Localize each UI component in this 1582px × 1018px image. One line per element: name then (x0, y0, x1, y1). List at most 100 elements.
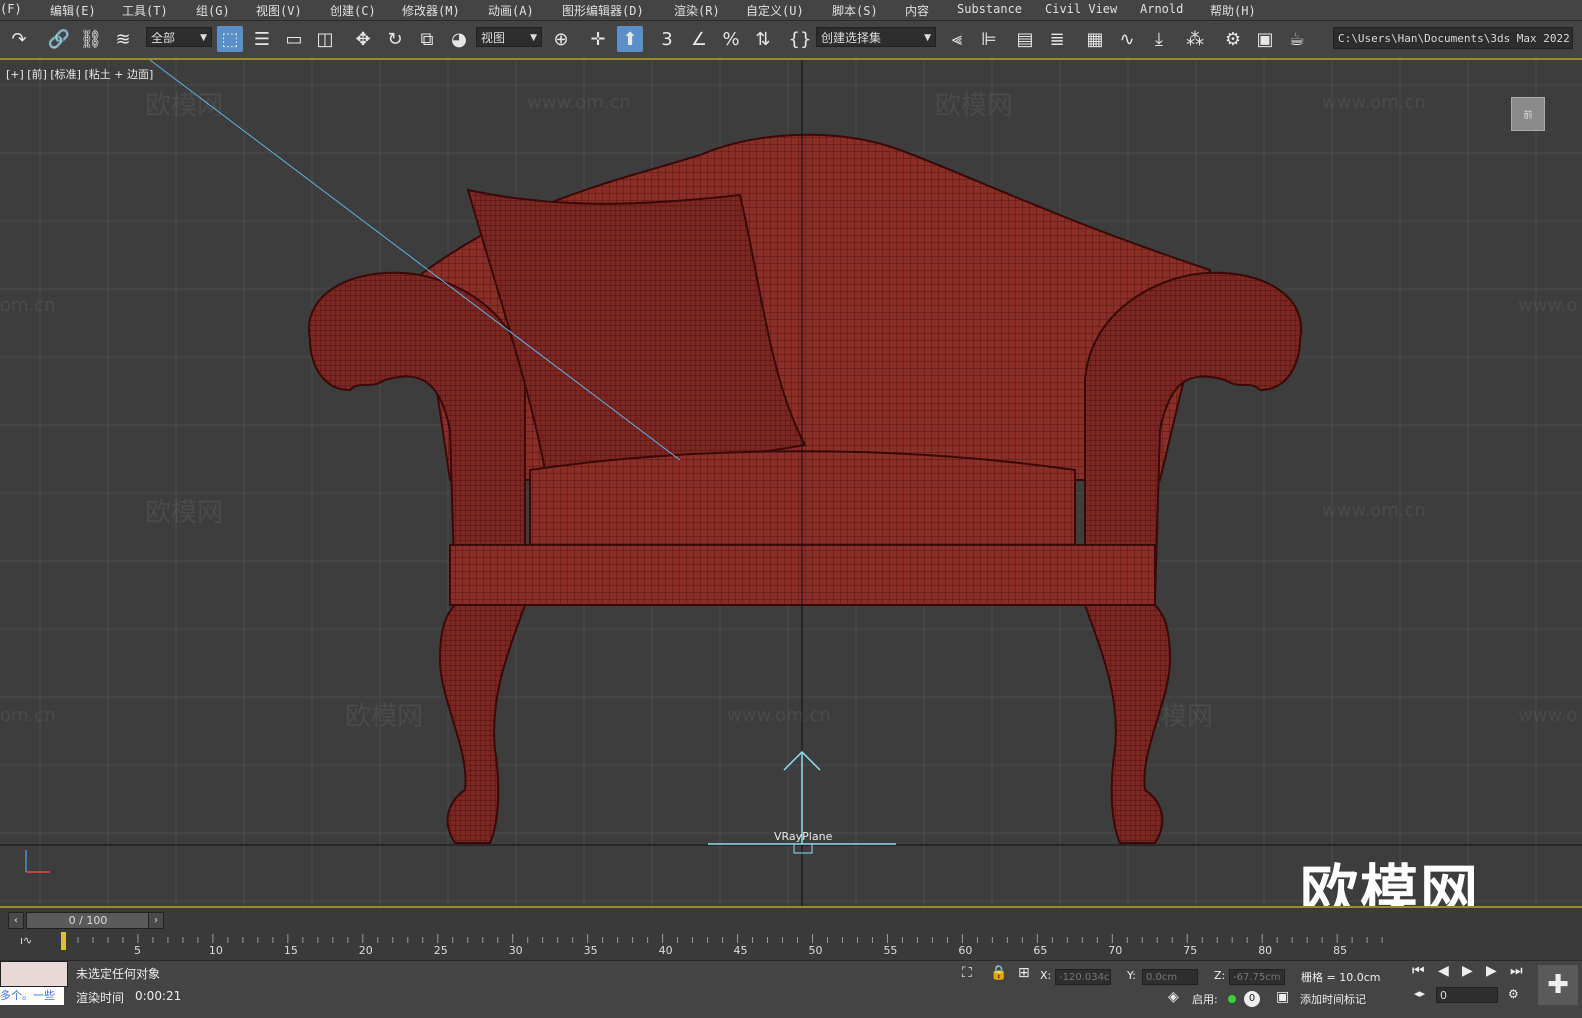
absolute-mode-icon[interactable]: ⊞ (1018, 965, 1030, 981)
pivot-center-icon[interactable]: ⊕ (548, 26, 574, 52)
edit-named-selection-icon[interactable]: {} (787, 26, 813, 52)
link-icon[interactable]: 🔗 (46, 26, 72, 52)
snap-toggle-icon[interactable]: 3 (654, 26, 680, 52)
timeline-track[interactable]: ı∿ 5 10 15 20 25 30 35 40 45 50 55 60 65 70 75 80 85 (0, 932, 1582, 960)
render-production-icon[interactable]: ☕ (1284, 26, 1310, 52)
angle-snap-icon[interactable]: ∠ (686, 26, 712, 52)
move-icon[interactable]: ✥ (350, 26, 376, 52)
prev-frame-arrow-icon[interactable]: ‹ (8, 912, 24, 929)
next-frame-icon[interactable]: ▶ (1486, 963, 1497, 979)
timeline-tick-label: 85 (1333, 944, 1348, 957)
maxscript-text[interactable]: 多个。一些 (0, 987, 64, 1005)
percent-snap-icon[interactable]: % (718, 26, 744, 52)
bind-space-warp-icon[interactable]: ≋ (110, 26, 136, 52)
chevron-down-icon: ▼ (924, 33, 931, 43)
spinner-snap-icon[interactable]: ⇅ (750, 26, 776, 52)
render-time-value: 0:00:21 (135, 989, 182, 1003)
keyboard-shortcut-override-icon[interactable]: ⬆ (617, 26, 643, 52)
project-path-field[interactable]: C:\Users\Han\Documents\3ds Max 2022 (1333, 27, 1573, 49)
frame-counter: 0 / 100 (68, 914, 108, 927)
scene-explorer-icon[interactable]: ▤ (1012, 26, 1038, 52)
site-logo: 欧模网 (1300, 858, 1481, 906)
menu-file[interactable]: (F) (0, 2, 22, 16)
next-frame-arrow-icon[interactable]: › (148, 912, 164, 929)
scale-icon[interactable]: ⧉ (414, 26, 440, 52)
menu-edit[interactable]: 编辑(E) (50, 2, 96, 19)
toggle-ribbon-icon[interactable]: ▦ (1082, 26, 1108, 52)
menu-animation[interactable]: 动画(A) (488, 2, 534, 19)
navigation-plus-icon[interactable]: ✚ (1538, 965, 1578, 1005)
menu-customize[interactable]: 自定义(U) (746, 2, 804, 19)
timeline-tick-label: 55 (883, 944, 898, 957)
menu-graph-editors[interactable]: 图形编辑器(D) (562, 2, 644, 19)
front-viewport[interactable]: 欧模网 www.om.cn 欧模网 www.om.cn om.cn www.o … (0, 60, 1582, 906)
unlink-icon[interactable]: ⛓ (78, 26, 104, 52)
placement-icon[interactable]: ◕ (446, 26, 472, 52)
menu-rendering[interactable]: 渲染(R) (674, 2, 720, 19)
timeline-tick-label: 75 (1183, 944, 1198, 957)
go-to-start-icon[interactable]: ⏮ (1412, 963, 1425, 979)
key-mode-icon[interactable]: ◂▸ (1414, 987, 1425, 1000)
menu-content[interactable]: 内容 (905, 2, 929, 19)
current-time-marker[interactable] (61, 932, 66, 950)
align-icon[interactable]: ⊫ (976, 26, 1002, 52)
play-icon[interactable]: ▶ (1462, 963, 1473, 979)
menu-substance[interactable]: Substance (957, 2, 1022, 16)
light-target-line[interactable] (149, 60, 681, 461)
enable-label: 启用: (1192, 993, 1218, 1006)
timeline-tick-label: 10 (208, 944, 223, 957)
rendered-frame-window-icon[interactable]: ▣ (1252, 26, 1278, 52)
rotate-icon[interactable]: ↻ (382, 26, 408, 52)
layer-explorer-icon[interactable]: ≣ (1044, 26, 1070, 52)
y-coordinate-field[interactable]: 0.0cm (1142, 969, 1198, 985)
select-manipulate-icon[interactable]: ✛ (585, 26, 611, 52)
menu-arnold[interactable]: Arnold (1140, 2, 1183, 16)
enable-count-badge[interactable]: 0 (1244, 991, 1260, 1007)
menu-civil-view[interactable]: Civil View (1045, 2, 1117, 16)
render-setup-icon[interactable]: ⚙ (1220, 26, 1246, 52)
render-time-label: 渲染时间 (76, 991, 125, 1005)
curve-editor-icon[interactable]: ∿ (1114, 26, 1140, 52)
schematic-view-icon[interactable]: ⤓ (1146, 26, 1172, 52)
previous-frame-icon[interactable]: ◀ (1438, 963, 1449, 979)
go-to-end-icon[interactable]: ⏭ (1510, 963, 1523, 979)
select-by-name-icon[interactable]: ☰ (249, 26, 275, 52)
isolate-selection-icon[interactable]: ⛶ (962, 965, 972, 981)
selection-filter-dropdown[interactable]: 全部 ▼ (146, 27, 212, 47)
menu-help[interactable]: 帮助(H) (1210, 2, 1256, 19)
menu-views[interactable]: 视图(V) (256, 2, 302, 19)
timeline-tick-label: 60 (958, 944, 973, 957)
grid-size-label: 栅格 = 10.0cm (1301, 971, 1381, 984)
snap-value: 3 (661, 28, 673, 50)
time-slider[interactable]: 0 / 100 (26, 912, 150, 929)
time-configuration-icon[interactable]: ⚙ (1508, 987, 1519, 1001)
menu-create[interactable]: 创建(C) (330, 2, 376, 19)
named-selection-set-value: 创建选择集 (821, 31, 882, 45)
viewport-label[interactable]: [+] [前] [标准] [粘土 + 边面] (6, 66, 153, 82)
selection-lock-icon[interactable]: 🔒 (990, 965, 1007, 981)
reference-coord-dropdown[interactable]: 视图 ▼ (476, 27, 542, 47)
timeline-tick-label: 5 (133, 944, 141, 957)
add-time-tag-button[interactable]: 添加时间标记 (1300, 991, 1366, 1007)
material-editor-icon[interactable]: ⁂ (1182, 26, 1208, 52)
x-coordinate-field[interactable]: -120.034c (1055, 969, 1111, 985)
redo-icon[interactable]: ↷ (6, 26, 32, 52)
menu-scripting[interactable]: 脚本(S) (832, 2, 878, 19)
menu-group[interactable]: 组(G) (196, 2, 230, 19)
select-object-icon[interactable]: ⬚ (217, 26, 243, 52)
time-tag-icon[interactable]: ▣ (1276, 989, 1289, 1005)
window-crossing-icon[interactable]: ◫ (312, 26, 338, 52)
chevron-down-icon: ▼ (200, 33, 207, 43)
named-selection-set-dropdown[interactable]: 创建选择集 ▼ (816, 27, 936, 47)
viewcube[interactable]: 前 (1511, 97, 1545, 131)
x-label: X: (1040, 969, 1052, 982)
menu-modifiers[interactable]: 修改器(M) (402, 2, 460, 19)
rectangular-selection-icon[interactable]: ▭ (281, 26, 307, 52)
z-label: Z: (1214, 969, 1226, 982)
maxscript-listener-mini[interactable] (0, 961, 68, 987)
mirror-icon[interactable]: ⫷ (944, 26, 970, 52)
menu-tools[interactable]: 工具(T) (122, 2, 168, 19)
current-frame-field[interactable]: 0 (1436, 987, 1498, 1003)
z-coordinate-field[interactable]: -67.75cm (1229, 969, 1285, 985)
adaptive-degradation-icon[interactable]: ◈ (1168, 989, 1179, 1005)
